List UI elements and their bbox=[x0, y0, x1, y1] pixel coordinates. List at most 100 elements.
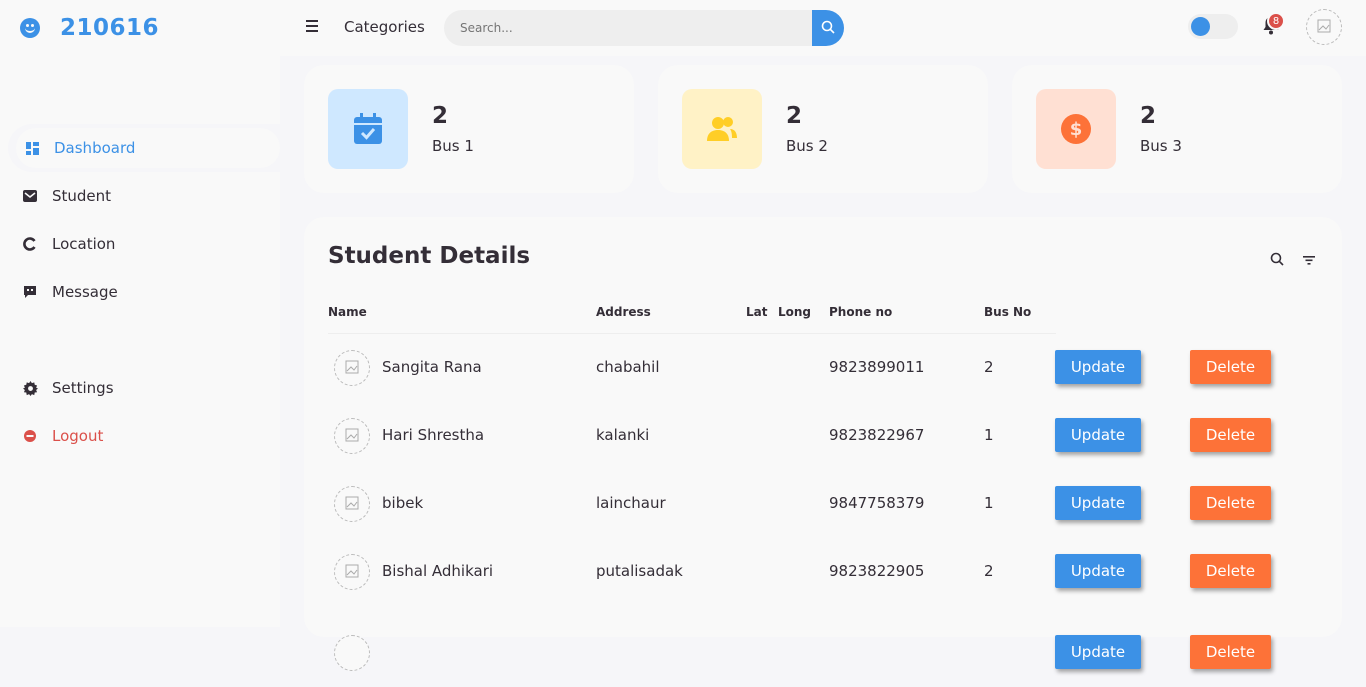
student-bus: 2 bbox=[984, 358, 994, 376]
sidebar-item-logout[interactable]: Logout bbox=[0, 412, 280, 460]
stat-label: Bus 3 bbox=[1140, 137, 1182, 155]
stat-card-bus-3: $ 2 Bus 3 bbox=[1012, 65, 1342, 193]
table-row: Sangita Rana chabahil 9823899011 2 Update Del… bbox=[328, 334, 1318, 402]
search-button[interactable] bbox=[812, 10, 844, 46]
student-name: Sangita Rana bbox=[382, 358, 482, 376]
student-avatar bbox=[334, 350, 370, 386]
stat-card-bus-2: 2 Bus 2 bbox=[658, 65, 988, 193]
table-title: Student Details bbox=[328, 243, 531, 269]
sidebar-item-label: Settings bbox=[52, 379, 114, 397]
student-phone: 9847758379 bbox=[829, 494, 925, 512]
header-phone: Phone no bbox=[829, 305, 893, 319]
search-form bbox=[444, 10, 844, 46]
student-avatar bbox=[334, 554, 370, 590]
student-address: putalisadak bbox=[596, 562, 683, 580]
sidebar-item-label: Location bbox=[52, 235, 116, 253]
header-address: Address bbox=[596, 305, 651, 319]
student-address: kalanki bbox=[596, 426, 650, 444]
table-search-icon[interactable] bbox=[1270, 251, 1284, 270]
theme-switch[interactable] bbox=[1188, 14, 1238, 39]
delete-button[interactable]: Delete bbox=[1190, 350, 1271, 384]
student-name: bibek bbox=[382, 494, 424, 512]
broken-image-icon bbox=[345, 495, 359, 514]
update-button[interactable]: Update bbox=[1055, 635, 1141, 669]
student-name: Hari Shrestha bbox=[382, 426, 485, 444]
sidebar: 210616 Dashboard Student Location Messag… bbox=[0, 0, 280, 627]
sidebar-menu: Dashboard Student Location Message bbox=[0, 124, 280, 316]
student-table-panel: Student Details Name Address Lat Long Ph… bbox=[304, 217, 1342, 671]
student-phone: 9823899011 bbox=[829, 358, 925, 376]
logout-icon bbox=[22, 428, 38, 444]
topbar: Categories 8 bbox=[280, 0, 1366, 56]
dashboard-icon bbox=[24, 140, 40, 156]
student-avatar bbox=[334, 635, 370, 671]
student-bus: 1 bbox=[984, 426, 994, 444]
menu-toggle-icon[interactable] bbox=[306, 20, 320, 36]
update-button[interactable]: Update bbox=[1055, 350, 1141, 384]
student-avatar bbox=[334, 418, 370, 454]
header-long: Long bbox=[778, 305, 812, 319]
dollar-circle-icon: $ bbox=[1036, 89, 1116, 169]
update-button[interactable]: Update bbox=[1055, 554, 1141, 588]
stat-label: Bus 1 bbox=[432, 137, 474, 155]
update-button[interactable]: Update bbox=[1055, 418, 1141, 452]
table-row: Hari Shrestha kalanki 9823822967 1 Update Del… bbox=[328, 402, 1318, 470]
header-bus: Bus No bbox=[984, 305, 1032, 319]
stat-value: 2 bbox=[432, 103, 449, 129]
svg-text:$: $ bbox=[1070, 119, 1083, 140]
broken-image-icon bbox=[345, 563, 359, 582]
header-lat: Lat bbox=[746, 305, 768, 319]
student-name: Bishal Adhikari bbox=[382, 562, 494, 580]
search-icon bbox=[821, 19, 835, 38]
sidebar-item-dashboard[interactable]: Dashboard bbox=[8, 124, 280, 172]
stat-card-bus-1: 2 Bus 1 bbox=[304, 65, 634, 193]
sidebar-item-label: Dashboard bbox=[54, 139, 136, 157]
filter-icon[interactable] bbox=[1302, 251, 1316, 270]
group-icon bbox=[682, 89, 762, 169]
notification-badge: 8 bbox=[1267, 12, 1285, 30]
stat-label: Bus 2 bbox=[786, 137, 828, 155]
broken-image-icon bbox=[345, 427, 359, 446]
delete-button[interactable]: Delete bbox=[1190, 418, 1271, 452]
sidebar-item-label: Student bbox=[52, 187, 112, 205]
delete-button[interactable]: Delete bbox=[1190, 486, 1271, 520]
message-icon bbox=[22, 284, 38, 300]
table-row-partial: Update Delete bbox=[328, 619, 1318, 687]
header-name: Name bbox=[328, 305, 367, 319]
content-corner bbox=[280, 56, 304, 124]
update-button[interactable]: Update bbox=[1055, 486, 1141, 520]
smile-icon bbox=[20, 18, 40, 38]
table-row: Bishal Adhikari putalisadak 9823822905 2 Upd… bbox=[328, 538, 1318, 606]
sidebar-item-settings[interactable]: Settings bbox=[0, 364, 280, 412]
stat-value: 2 bbox=[1140, 103, 1157, 129]
location-icon bbox=[22, 236, 38, 252]
sidebar-item-student[interactable]: Student bbox=[0, 172, 280, 220]
student-bus: 1 bbox=[984, 494, 994, 512]
search-input[interactable] bbox=[444, 10, 812, 46]
student-icon bbox=[22, 188, 38, 204]
student-phone: 9823822905 bbox=[829, 562, 925, 580]
sidebar-item-message[interactable]: Message bbox=[0, 268, 280, 316]
categories-link[interactable]: Categories bbox=[344, 18, 425, 36]
broken-image-icon bbox=[345, 359, 359, 378]
table-row: bibek lainchaur 9847758379 1 Update Delete bbox=[328, 470, 1318, 538]
student-avatar bbox=[334, 486, 370, 522]
sidebar-item-location[interactable]: Location bbox=[0, 220, 280, 268]
sidebar-item-label: Message bbox=[52, 283, 118, 301]
switch-knob bbox=[1191, 17, 1210, 36]
student-address: lainchaur bbox=[596, 494, 666, 512]
stat-value: 2 bbox=[786, 103, 803, 129]
profile-avatar[interactable] bbox=[1306, 9, 1342, 45]
student-phone: 9823822967 bbox=[829, 426, 925, 444]
sidebar-lower-menu: Settings Logout bbox=[0, 364, 280, 460]
delete-button[interactable]: Delete bbox=[1190, 635, 1271, 669]
student-address: chabahil bbox=[596, 358, 660, 376]
sidebar-item-label: Logout bbox=[52, 427, 104, 445]
calendar-check-icon bbox=[328, 89, 408, 169]
student-bus: 2 bbox=[984, 562, 994, 580]
delete-button[interactable]: Delete bbox=[1190, 554, 1271, 588]
broken-image-icon bbox=[1317, 18, 1331, 37]
brand-text: 210616 bbox=[60, 15, 160, 41]
brand[interactable]: 210616 bbox=[20, 14, 159, 42]
gear-icon bbox=[22, 380, 38, 396]
